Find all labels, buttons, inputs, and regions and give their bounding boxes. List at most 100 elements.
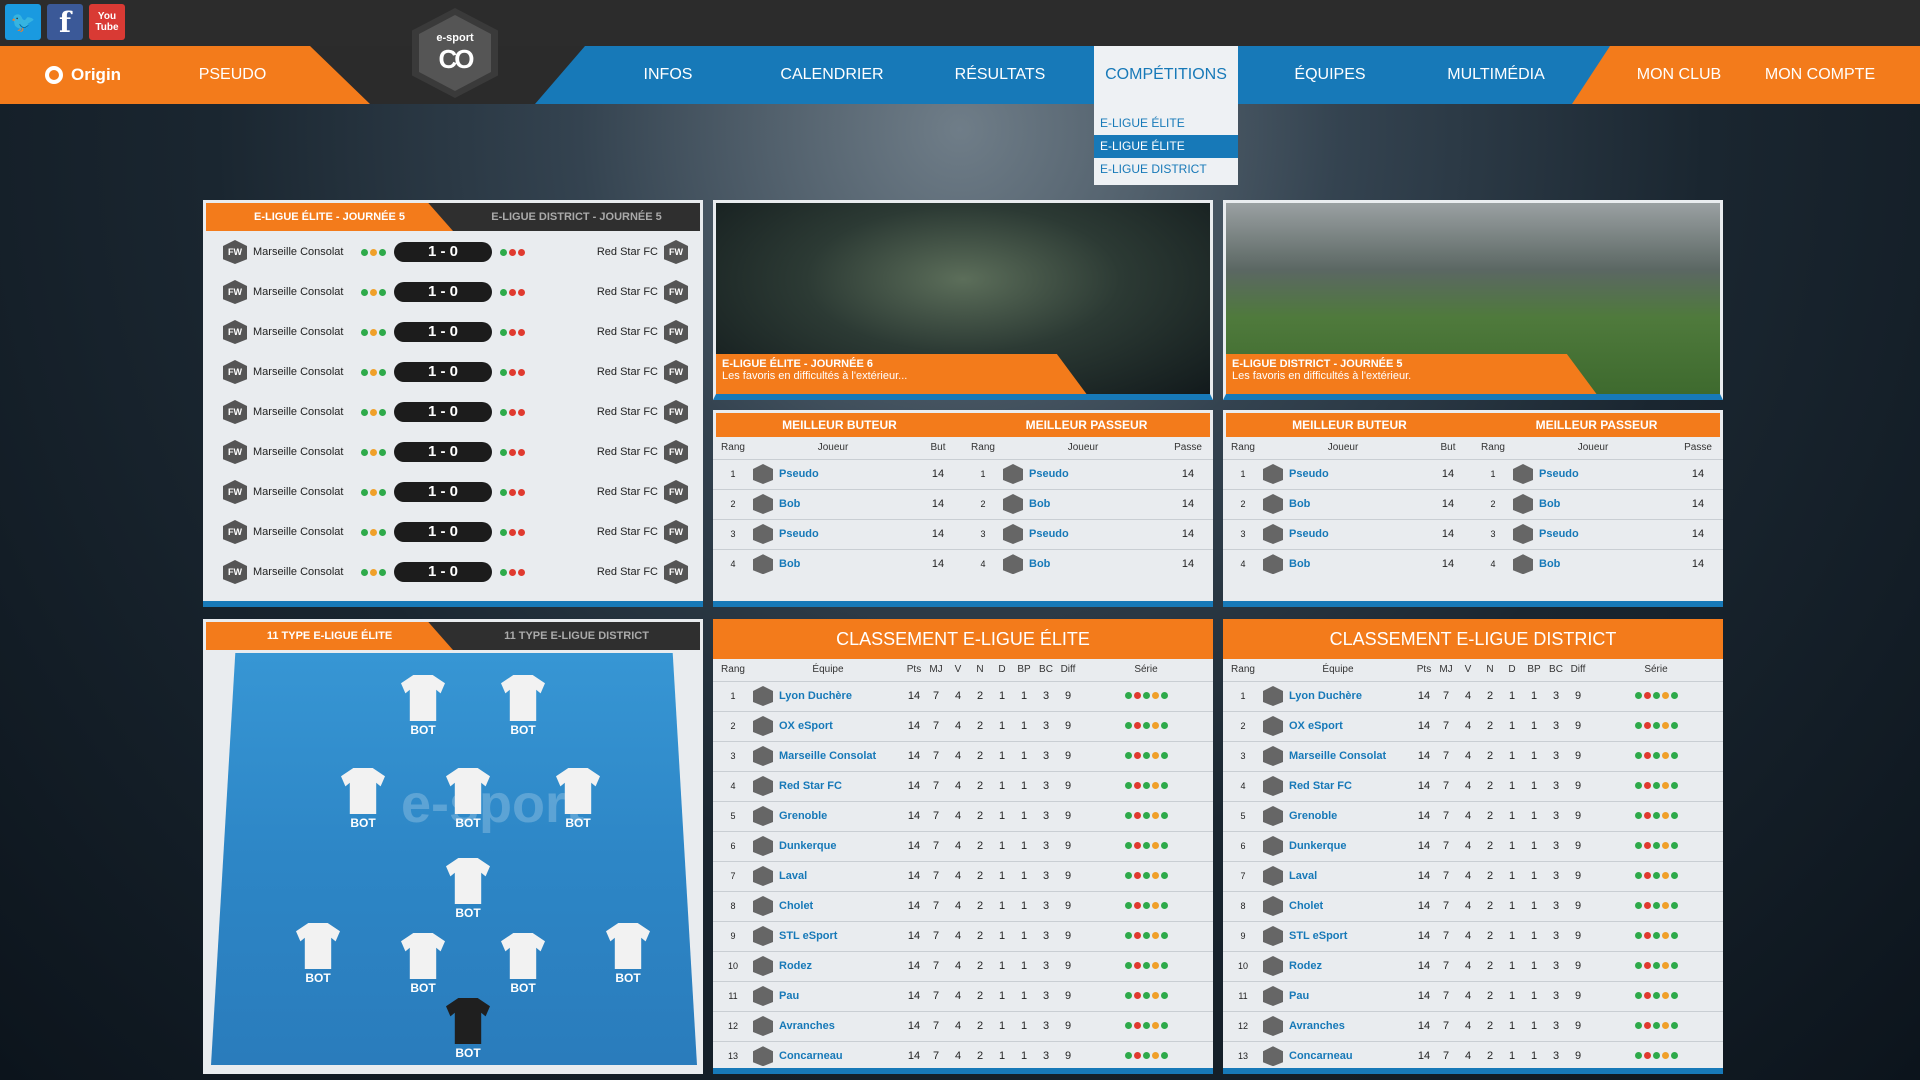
player-shirt-icon[interactable] (501, 933, 545, 979)
team-name: Cholet (1289, 899, 1324, 912)
dropdown-item[interactable]: E-LIGUE DISTRICT (1094, 158, 1238, 181)
scorer-row[interactable]: 3 Pseudo 14 (1223, 518, 1473, 549)
standings-row[interactable]: 5 Grenoble 14 7 4 2 1 1 3 9 (713, 800, 1213, 831)
twitter-icon[interactable]: 🐦 (5, 4, 41, 40)
standings-row[interactable]: 10 Rodez 14 7 4 2 1 1 3 9 (713, 950, 1213, 981)
tab-district-results[interactable]: E-LIGUE DISTRICT - JOURNÉE 5 (453, 203, 700, 231)
news-caption: E-LIGUE ÉLITE - JOURNÉE 6 Les favoris en… (716, 354, 1087, 394)
match-row[interactable]: FW Marseille Consolat 1 - 0 Red Star FC FW (223, 517, 688, 547)
standings-col: N (1486, 664, 1494, 676)
scorer-row[interactable]: 1 Pseudo 14 (1473, 458, 1723, 489)
match-row[interactable]: FW Marseille Consolat 1 - 0 Red Star FC FW (223, 317, 688, 347)
scorer-row[interactable]: 4 Bob 14 (963, 548, 1213, 579)
scorer-row[interactable]: 1 Pseudo 14 (713, 458, 963, 489)
stat-cell: 3 (1545, 1040, 1567, 1071)
away-team: Red Star FC (596, 566, 658, 578)
nav-equipes[interactable]: ÉQUIPES (1270, 46, 1390, 104)
player-shirt-icon[interactable] (606, 923, 650, 969)
standings-row[interactable]: 2 OX eSport 14 7 4 2 1 1 3 9 (713, 710, 1213, 741)
nav-competitions[interactable]: COMPÉTITIONS (1094, 46, 1238, 104)
youtube-icon[interactable]: You Tube (89, 4, 125, 40)
standings-row[interactable]: 2 OX eSport 14 7 4 2 1 1 3 9 (1223, 710, 1723, 741)
standings-row[interactable]: 6 Dunkerque 14 7 4 2 1 1 3 9 (1223, 830, 1723, 861)
dropdown-item[interactable]: E-LIGUE ÉLITE (1094, 112, 1238, 135)
scorer-row[interactable]: 1 Pseudo 14 (963, 458, 1213, 489)
scorer-row[interactable]: 3 Pseudo 14 (1473, 518, 1723, 549)
standings-row[interactable]: 7 Laval 14 7 4 2 1 1 3 9 (1223, 860, 1723, 891)
scorer-row[interactable]: 2 Bob 14 (1473, 488, 1723, 519)
match-row[interactable]: FW Marseille Consolat 1 - 0 Red Star FC FW (223, 277, 688, 307)
nav-multimedia[interactable]: MULTIMÉDIA (1436, 46, 1556, 104)
news-card-district[interactable]: E-LIGUE DISTRICT - JOURNÉE 5 Les favoris… (1223, 200, 1723, 400)
match-row[interactable]: FW Marseille Consolat 1 - 0 Red Star FC FW (223, 397, 688, 427)
standings-row[interactable]: 3 Marseille Consolat 14 7 4 2 1 1 3 9 (713, 740, 1213, 771)
standings-row[interactable]: 12 Avranches 14 7 4 2 1 1 3 9 (1223, 1010, 1723, 1041)
standings-row[interactable]: 12 Avranches 14 7 4 2 1 1 3 9 (713, 1010, 1213, 1041)
standings-row[interactable]: 4 Red Star FC 14 7 4 2 1 1 3 9 (1223, 770, 1723, 801)
player-shirt-icon[interactable] (401, 933, 445, 979)
main-nav: Origin PSEUDO INFOS CALENDRIER RÉSULTATS… (0, 46, 1920, 104)
standings-row[interactable]: 3 Marseille Consolat 14 7 4 2 1 1 3 9 (1223, 740, 1723, 771)
scorer-row[interactable]: 1 Pseudo 14 (1223, 458, 1473, 489)
standings-row[interactable]: 6 Dunkerque 14 7 4 2 1 1 3 9 (713, 830, 1213, 861)
scorer-row[interactable]: 2 Bob 14 (963, 488, 1213, 519)
stat-cell: 7 (925, 890, 947, 921)
stat-cell: 1 (991, 1040, 1013, 1071)
standings-row[interactable]: 11 Pau 14 7 4 2 1 1 3 9 (713, 980, 1213, 1011)
scorer-row[interactable]: 3 Pseudo 14 (963, 518, 1213, 549)
scorer-row[interactable]: 2 Bob 14 (1223, 488, 1473, 519)
match-row[interactable]: FW Marseille Consolat 1 - 0 Red Star FC FW (223, 557, 688, 587)
scorer-row[interactable]: 4 Bob 14 (1223, 548, 1473, 579)
tab-elite-results[interactable]: E-LIGUE ÉLITE - JOURNÉE 5 (206, 203, 453, 231)
nav-infos[interactable]: INFOS (618, 46, 718, 104)
standings-row[interactable]: 4 Red Star FC 14 7 4 2 1 1 3 9 (713, 770, 1213, 801)
standings-row[interactable]: 8 Cholet 14 7 4 2 1 1 3 9 (713, 890, 1213, 921)
pseudo-link[interactable]: PSEUDO (180, 46, 285, 104)
match-row[interactable]: FW Marseille Consolat 1 - 0 Red Star FC FW (223, 437, 688, 467)
facebook-icon[interactable]: f (47, 4, 83, 40)
standings-row[interactable]: 8 Cholet 14 7 4 2 1 1 3 9 (1223, 890, 1723, 921)
nav-calendrier[interactable]: CALENDRIER (772, 46, 892, 104)
player-shirt-icon[interactable] (401, 675, 445, 721)
standings-row[interactable]: 9 STL eSport 14 7 4 2 1 1 3 9 (1223, 920, 1723, 951)
player-shirt-icon[interactable] (341, 768, 385, 814)
player-value: 14 (1423, 458, 1473, 489)
standings-row[interactable]: 9 STL eSport 14 7 4 2 1 1 3 9 (713, 920, 1213, 951)
scorer-row[interactable]: 3 Pseudo 14 (713, 518, 963, 549)
news-card-elite[interactable]: E-LIGUE ÉLITE - JOURNÉE 6 Les favoris en… (713, 200, 1213, 400)
match-row[interactable]: FW Marseille Consolat 1 - 0 Red Star FC FW (223, 477, 688, 507)
standings-row[interactable]: 13 Concarneau 14 7 4 2 1 1 3 9 (713, 1040, 1213, 1071)
player-shirt-icon[interactable] (501, 675, 545, 721)
tab-lineup-elite[interactable]: 11 TYPE E-LIGUE ÉLITE (206, 622, 453, 650)
match-row[interactable]: FW Marseille Consolat 1 - 0 Red Star FC FW (223, 357, 688, 387)
rang: 11 (713, 980, 753, 1011)
scorer-row[interactable]: 4 Bob 14 (1473, 548, 1723, 579)
player-value: 14 (1423, 518, 1473, 549)
form-series (1079, 680, 1213, 711)
standings-row[interactable]: 1 Lyon Duchère 14 7 4 2 1 1 3 9 (1223, 680, 1723, 711)
away-form (500, 328, 525, 336)
player-shirt-icon[interactable] (296, 923, 340, 969)
standings-row[interactable]: 1 Lyon Duchère 14 7 4 2 1 1 3 9 (713, 680, 1213, 711)
rang: 1 (1223, 680, 1263, 711)
rang: 8 (1223, 890, 1263, 921)
player-shirt-icon[interactable] (446, 998, 490, 1044)
nav-mon-club[interactable]: MON CLUB (1620, 46, 1738, 104)
standings-row[interactable]: 13 Concarneau 14 7 4 2 1 1 3 9 (1223, 1040, 1723, 1071)
team-crest-icon (753, 956, 773, 976)
dropdown-item-selected[interactable]: E-LIGUE ÉLITE (1094, 135, 1238, 158)
standings-row[interactable]: 11 Pau 14 7 4 2 1 1 3 9 (1223, 980, 1723, 1011)
standings-row[interactable]: 5 Grenoble 14 7 4 2 1 1 3 9 (1223, 800, 1723, 831)
scorer-row[interactable]: 2 Bob 14 (713, 488, 963, 519)
standings-row[interactable]: 10 Rodez 14 7 4 2 1 1 3 9 (1223, 950, 1723, 981)
player-shirt-icon[interactable] (446, 858, 490, 904)
tab-lineup-district[interactable]: 11 TYPE E-LIGUE DISTRICT (453, 622, 700, 650)
origin-link[interactable]: Origin (45, 46, 121, 104)
scorer-row[interactable]: 4 Bob 14 (713, 548, 963, 579)
standings-row[interactable]: 7 Laval 14 7 4 2 1 1 3 9 (713, 860, 1213, 891)
nav-mon-compte[interactable]: MON COMPTE (1755, 46, 1885, 104)
nav-resultats[interactable]: RÉSULTATS (940, 46, 1060, 104)
stat-cell: 3 (1035, 860, 1057, 891)
match-row[interactable]: FW Marseille Consolat 1 - 0 Red Star FC FW (223, 237, 688, 267)
stat-cell: 4 (1457, 860, 1479, 891)
